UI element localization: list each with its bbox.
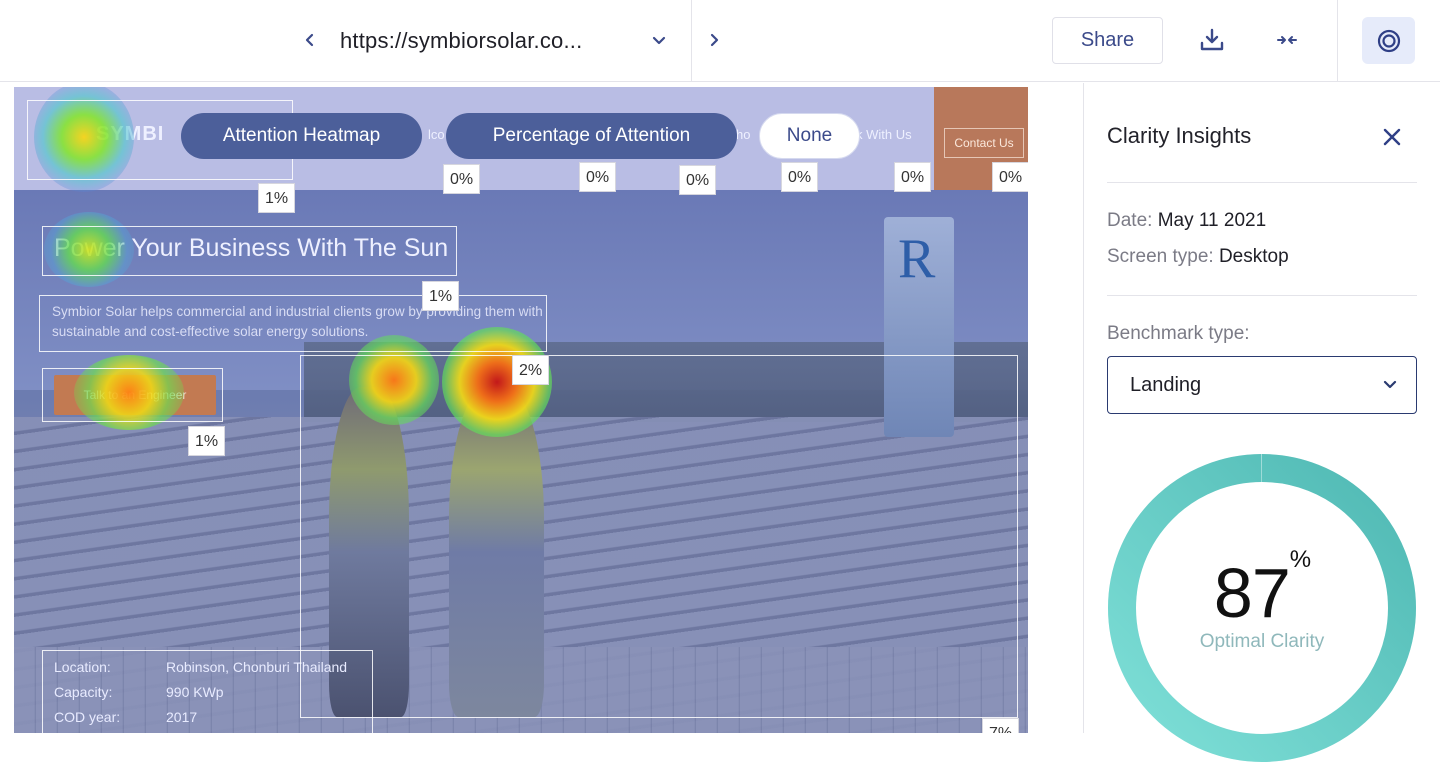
toggle-percentage-of-attention[interactable]: Percentage of Attention [446,113,737,159]
attention-percent-nav: 0% [992,162,1028,192]
attention-percent-nav: 0% [679,165,717,195]
attention-percent-image: 2% [512,355,550,385]
top-toolbar: https://symbiorsolar.co... Share [0,0,1440,82]
download-icon [1200,28,1224,51]
toggle-attention-heatmap[interactable]: Attention Heatmap [181,113,422,159]
chevron-right-icon [710,33,719,47]
preview-nav-fragment: k With Us [856,127,912,142]
attention-box-info[interactable] [42,650,373,733]
preview-nav-fragment: lco [428,127,445,142]
attention-percent-bottom: 7% [982,718,1020,733]
clarity-gauge: 87% Optimal Clarity [1107,453,1417,763]
panel-title: Clarity Insights [1107,123,1252,148]
clarity-label: Optimal Clarity [1199,631,1325,652]
attention-percent-nav: 0% [579,162,617,192]
date-row: Date: May 11 2021 [1107,210,1267,231]
back-button[interactable] [296,26,324,54]
url-field[interactable]: https://symbiorsolar.co... [330,0,692,82]
preview-sign-letter: R [898,228,936,290]
screen-type-value: Desktop [1218,246,1289,267]
target-icon [1377,29,1400,52]
insights-panel: Clarity Insights Date: May 11 2021 Scree… [1083,83,1440,762]
chevron-down-icon [1383,380,1397,389]
panel-divider [1107,295,1417,296]
share-button[interactable]: Share [1052,17,1163,64]
attention-percent-title: 1% [422,281,460,311]
benchmark-value: Landing [1130,373,1202,396]
attention-percent-logo: 1% [258,183,296,213]
benchmark-select[interactable]: Landing [1107,356,1417,414]
attention-percent-cta: 1% [188,426,226,456]
panel-divider [1107,182,1417,183]
collapse-arrows-icon [1277,36,1297,44]
screen-type-row: Screen type: Desktop [1107,246,1289,267]
attention-percent-nav: 0% [443,164,481,194]
date-value: May 11 2021 [1157,210,1267,231]
collapse-button[interactable] [1271,24,1303,56]
benchmark-label: Benchmark type: [1107,323,1250,344]
toolbar-divider [1337,0,1338,82]
attention-percent-nav: 0% [894,162,932,192]
attention-percent-nav: 0% [781,162,819,192]
download-button[interactable] [1196,24,1228,56]
insights-toggle-button[interactable] [1362,17,1415,64]
close-icon[interactable] [1380,125,1404,149]
attention-box-title[interactable] [42,226,457,276]
attention-box-subtitle[interactable] [39,295,547,352]
chevron-down-icon[interactable] [650,32,668,50]
attention-box-cta[interactable] [42,368,223,422]
toggle-none[interactable]: None [759,113,860,159]
url-text: https://symbiorsolar.co... [340,28,583,53]
forward-button[interactable] [700,26,728,54]
preview-nav-fragment: ho [736,127,751,142]
clarity-score: 87% [1213,545,1311,632]
heatmap-canvas[interactable]: R SYMBI lco ho k With Us Contact Us Powe… [14,87,1028,733]
chevron-left-icon [305,33,314,47]
preview-contact-link: Contact Us [944,128,1024,158]
attention-box-image[interactable] [300,355,1018,718]
